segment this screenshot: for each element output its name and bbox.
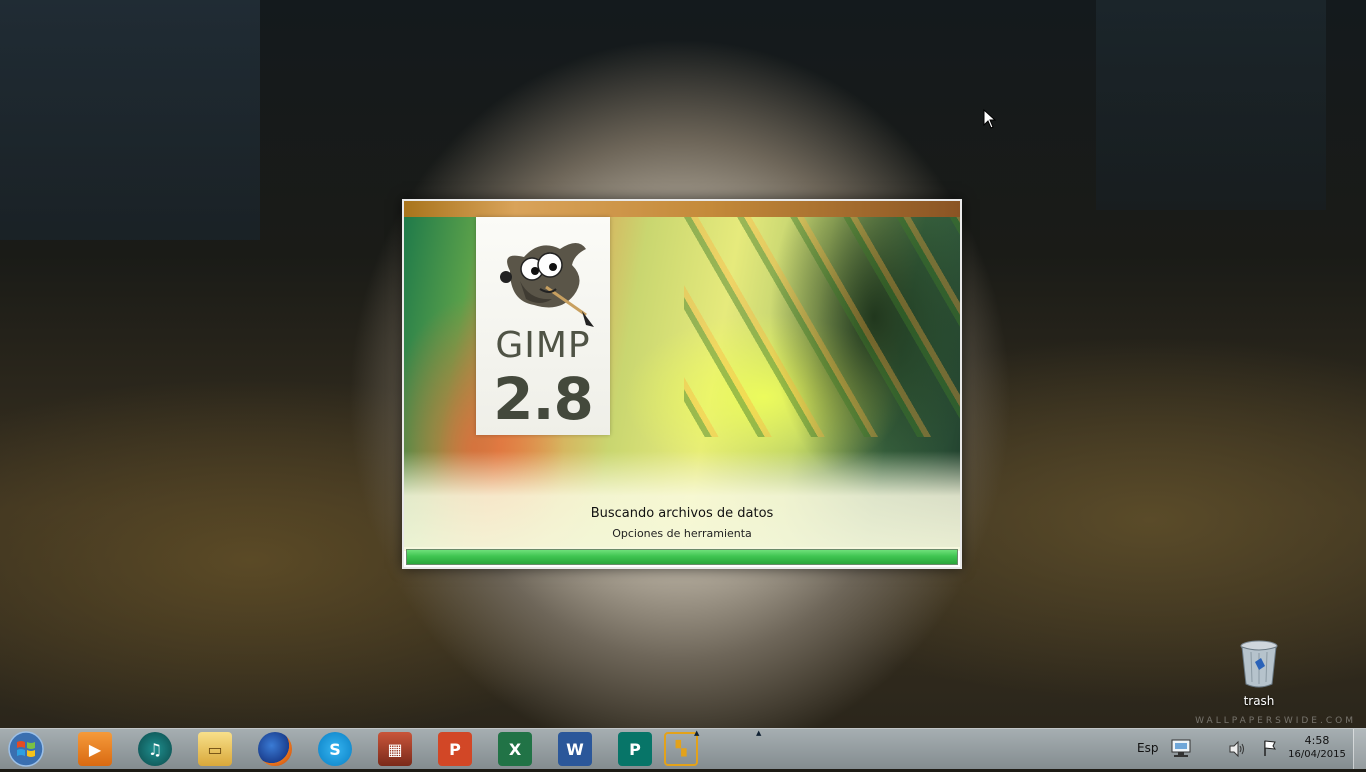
word-icon: W	[566, 739, 584, 759]
excel-icon: X	[508, 739, 522, 759]
progress-fill	[407, 550, 957, 564]
splash-progress-bar	[406, 549, 958, 565]
gimp-running-icon: ▚	[675, 741, 687, 757]
show-desktop-button[interactable]	[1353, 729, 1366, 769]
taskbar-powerpoint[interactable]: P	[438, 732, 472, 766]
media-center-icon: ▦	[387, 739, 403, 759]
taskbar-file-explorer[interactable]: ▭	[198, 732, 232, 766]
taskbar-media-center[interactable]: ▦	[378, 732, 412, 766]
media-player-icon: ▶	[88, 739, 102, 759]
taskbar-clock[interactable]: 4:58 16/04/2015	[1284, 734, 1350, 760]
gimp-logo-name: GIMP	[495, 325, 591, 366]
start-button[interactable]	[6, 730, 46, 768]
taskbar-word[interactable]: W	[558, 732, 592, 766]
desktop-icon-label: trash	[1243, 694, 1275, 708]
wallpaper-watermark: WALLPAPERSWIDE.COM	[1195, 716, 1356, 726]
jump-arrow-icon: ▲	[694, 729, 700, 737]
recycle-bin-icon	[1240, 640, 1278, 688]
language-indicator[interactable]: Esp	[1137, 741, 1158, 755]
splash-status-text: Buscando archivos de datos	[590, 506, 774, 521]
wallpaper-shape	[0, 0, 260, 240]
clock-time: 4:58	[1304, 734, 1330, 747]
publisher-icon: P	[629, 739, 641, 759]
gimp-logo-version: 2.8	[493, 365, 594, 433]
taskbar-gimp-running[interactable]: ▚	[664, 732, 698, 766]
windows-start-icon	[8, 731, 44, 767]
wilber-mascot-icon	[500, 243, 594, 327]
headphones-app-icon: ♫	[147, 739, 163, 759]
taskbar-excel[interactable]: X	[498, 732, 532, 766]
skype-icon: S	[329, 739, 341, 759]
jump-arrow-icon: ▲	[756, 729, 762, 737]
desktop-icon-trash[interactable]: trash	[1228, 640, 1290, 712]
splash-header-strip	[404, 201, 960, 217]
network-icon[interactable]	[1168, 738, 1194, 760]
action-center-flag-icon[interactable]	[1262, 739, 1278, 757]
splash-substatus-text: Opciones de herramienta	[612, 527, 752, 540]
volume-icon[interactable]	[1228, 740, 1246, 758]
mouse-cursor-icon	[983, 109, 997, 129]
taskbar-headphones-app[interactable]: ♫	[138, 732, 172, 766]
taskbar: ▶ ♫ ▭ S ▦ P X W P ▚ ▲ ▲ Esp 4:58 16/04/2…	[0, 728, 1366, 769]
powerpoint-icon: P	[449, 739, 461, 759]
clock-date: 16/04/2015	[1288, 749, 1346, 760]
splash-brush-streaks	[684, 217, 960, 437]
file-explorer-icon: ▭	[207, 739, 223, 759]
gimp-logo-card: GIMP 2.8	[476, 217, 610, 435]
wallpaper-shape	[1096, 0, 1326, 210]
gimp-splash-window: GIMP 2.8 Buscando archivos de datos Opci…	[402, 199, 962, 569]
taskbar-skype[interactable]: S	[318, 732, 352, 766]
taskbar-firefox[interactable]	[258, 732, 292, 766]
taskbar-media-player[interactable]: ▶	[78, 732, 112, 766]
taskbar-publisher[interactable]: P	[618, 732, 652, 766]
